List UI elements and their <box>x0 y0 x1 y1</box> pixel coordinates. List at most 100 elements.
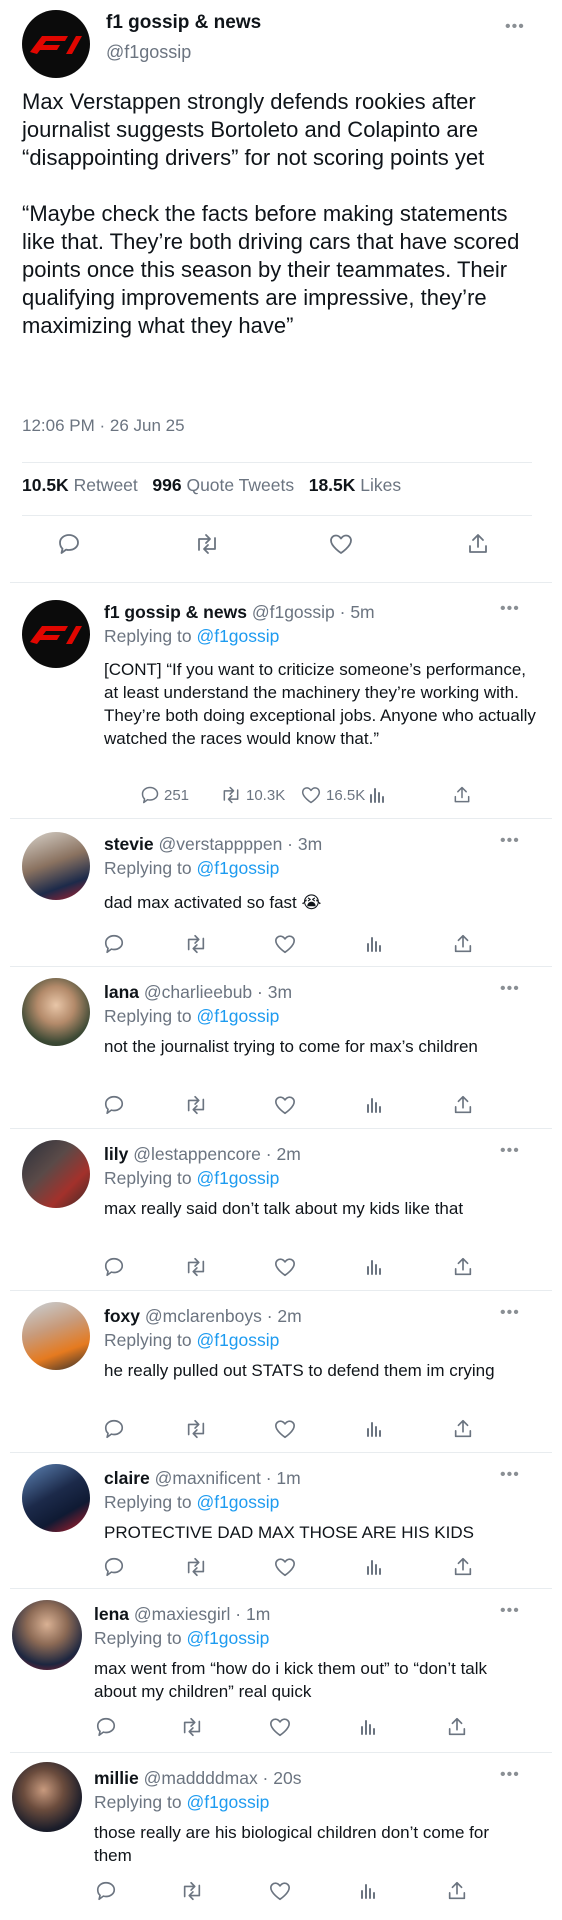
reply-icon[interactable] <box>103 1418 125 1440</box>
retweet-icon[interactable]: 10.3K <box>220 785 285 805</box>
analytics-icon[interactable] <box>364 1094 384 1116</box>
reply-author-name[interactable]: millie <box>94 1768 139 1788</box>
more-icon[interactable]: ••• <box>500 1466 520 1484</box>
reply-avatar[interactable] <box>22 1302 90 1370</box>
replying-to-link[interactable]: @f1gossip <box>196 1168 279 1188</box>
reply-icon[interactable] <box>95 1716 117 1738</box>
author-name[interactable]: f1 gossip & news <box>106 12 261 34</box>
reply-icon[interactable] <box>95 1880 117 1902</box>
more-icon[interactable]: ••• <box>500 832 520 850</box>
retweets-count[interactable]: 10.5K <box>22 475 69 495</box>
reply-author-handle[interactable]: @f1gossip · 5m <box>252 602 375 622</box>
reply-author-handle[interactable]: @verstappppen · 3m <box>159 834 323 854</box>
replying-to-link[interactable]: @f1gossip <box>186 1792 269 1812</box>
share-icon[interactable] <box>446 1716 468 1738</box>
more-icon[interactable]: ••• <box>500 1602 520 1620</box>
replying-to-link[interactable]: @f1gossip <box>186 1628 269 1648</box>
reply-author-name[interactable]: lena <box>94 1604 129 1624</box>
like-icon[interactable] <box>268 1880 292 1902</box>
reply-icon[interactable] <box>57 532 81 556</box>
reply-author-handle[interactable]: @charlieebub · 3m <box>144 982 292 1002</box>
reply-icon[interactable] <box>103 933 125 955</box>
reply-avatar[interactable] <box>22 1464 90 1532</box>
more-icon[interactable]: ••• <box>500 1304 520 1322</box>
reply-author-name[interactable]: stevie <box>104 834 154 854</box>
retweet-icon[interactable] <box>180 1716 204 1738</box>
share-icon[interactable] <box>452 785 472 805</box>
analytics-icon[interactable] <box>367 785 387 805</box>
reply-author-handle[interactable]: @mclarenboys · 2m <box>145 1306 302 1326</box>
tweet-timestamp[interactable]: 12:06 PM · 26 Jun 25 <box>22 416 185 436</box>
tweet-stats: 10.5K Retweet 996 Quote Tweets 18.5K Lik… <box>22 475 401 496</box>
reply-icon[interactable] <box>103 1094 125 1116</box>
replying-to-link[interactable]: @f1gossip <box>196 1006 279 1026</box>
author-avatar[interactable] <box>22 10 90 78</box>
like-icon[interactable]: 16.5K <box>300 785 365 805</box>
replying-to: Replying to @f1gossip <box>104 1168 279 1189</box>
reply-author-name[interactable]: claire <box>104 1468 150 1488</box>
replying-label: Replying to <box>104 1330 192 1350</box>
like-icon[interactable] <box>328 532 354 556</box>
analytics-icon[interactable] <box>358 1716 378 1738</box>
retweet-icon[interactable] <box>184 1256 208 1278</box>
like-icon[interactable] <box>273 1256 297 1278</box>
retweet-icon[interactable] <box>184 933 208 955</box>
divider <box>10 1752 552 1753</box>
analytics-icon[interactable] <box>364 1418 384 1440</box>
quotes-label[interactable]: Quote Tweets <box>186 475 294 495</box>
like-icon[interactable] <box>273 1556 297 1578</box>
reply-author-name[interactable]: foxy <box>104 1306 140 1326</box>
reply-avatar[interactable] <box>22 832 90 900</box>
retweet-icon[interactable] <box>184 1418 208 1440</box>
replying-to-link[interactable]: @f1gossip <box>196 1492 279 1512</box>
share-icon[interactable] <box>452 1556 474 1578</box>
like-icon[interactable] <box>268 1716 292 1738</box>
reply-author-handle[interactable]: @maddddmax · 20s <box>144 1768 302 1788</box>
reply-author-name[interactable]: lana <box>104 982 139 1002</box>
share-icon[interactable] <box>466 532 490 556</box>
likes-label[interactable]: Likes <box>360 475 401 495</box>
likes-count[interactable]: 18.5K <box>309 475 356 495</box>
analytics-icon[interactable] <box>364 933 384 955</box>
more-icon[interactable]: ••• <box>500 1766 520 1784</box>
share-icon[interactable] <box>446 1880 468 1902</box>
like-icon[interactable] <box>273 933 297 955</box>
more-icon[interactable]: ••• <box>500 1142 520 1160</box>
reply-icon[interactable]: 251 <box>140 785 189 805</box>
retweet-icon[interactable] <box>184 1556 208 1578</box>
analytics-icon[interactable] <box>364 1256 384 1278</box>
retweet-icon[interactable] <box>180 1880 204 1902</box>
quotes-count[interactable]: 996 <box>152 475 181 495</box>
reply-author-handle[interactable]: @maxiesgirl · 1m <box>134 1604 270 1624</box>
reply-author-name[interactable]: lily <box>104 1144 128 1164</box>
reply-avatar[interactable] <box>12 1762 82 1832</box>
more-icon[interactable]: ••• <box>500 980 520 998</box>
author-handle[interactable]: @f1gossip <box>106 42 191 63</box>
share-icon[interactable] <box>452 1418 474 1440</box>
like-icon[interactable] <box>273 1094 297 1116</box>
like-icon[interactable] <box>273 1418 297 1440</box>
replying-to-link[interactable]: @f1gossip <box>196 1330 279 1350</box>
more-icon[interactable]: ••• <box>505 18 525 36</box>
more-icon[interactable]: ••• <box>500 600 520 618</box>
reply-author-name[interactable]: f1 gossip & news <box>104 602 247 622</box>
retweets-label[interactable]: Retweet <box>74 475 138 495</box>
reply-avatar[interactable] <box>22 600 90 668</box>
share-icon[interactable] <box>452 1094 474 1116</box>
retweet-icon[interactable] <box>194 532 220 556</box>
share-icon[interactable] <box>452 1256 474 1278</box>
replying-to-link[interactable]: @f1gossip <box>196 626 279 646</box>
reply-author-handle[interactable]: @maxnificent · 1m <box>155 1468 301 1488</box>
retweet-icon[interactable] <box>184 1094 208 1116</box>
reply-icon[interactable] <box>103 1556 125 1578</box>
reply-avatar[interactable] <box>22 1140 90 1208</box>
reply-text: max really said don’t talk about my kids… <box>104 1199 464 1218</box>
replying-to-link[interactable]: @f1gossip <box>196 858 279 878</box>
reply-author-handle[interactable]: @lestappencore · 2m <box>133 1144 301 1164</box>
analytics-icon[interactable] <box>358 1880 378 1902</box>
reply-avatar[interactable] <box>12 1600 82 1670</box>
reply-avatar[interactable] <box>22 978 90 1046</box>
share-icon[interactable] <box>452 933 474 955</box>
analytics-icon[interactable] <box>364 1556 384 1578</box>
reply-icon[interactable] <box>103 1256 125 1278</box>
